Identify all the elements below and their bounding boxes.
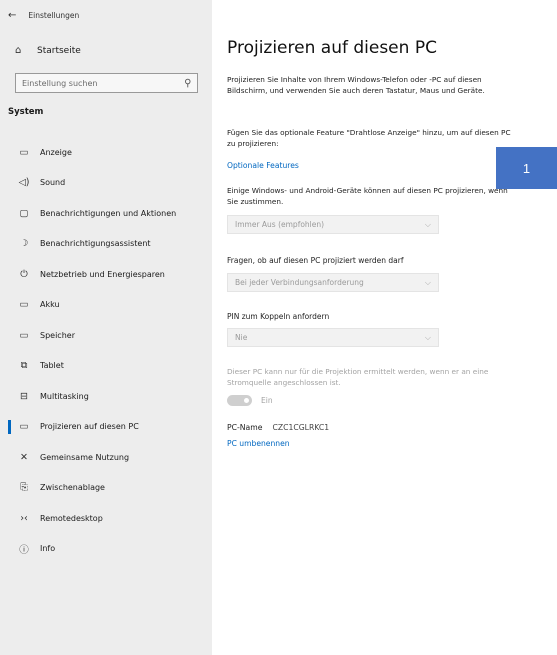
rename-pc-link[interactable]: PC umbenennen xyxy=(227,439,290,448)
sidebar-item-label: Info xyxy=(40,544,56,554)
projection-power-toggle-row: Ein xyxy=(227,395,273,406)
pin-value: Nie xyxy=(235,333,248,342)
pc-name-row: PC-Name CZC1CGLRKC1 xyxy=(227,423,329,432)
back-arrow-icon[interactable]: ← xyxy=(8,10,16,21)
availability-text: Einige Windows- und Android-Geräte könne… xyxy=(227,186,508,206)
sidebar-item-label: Zwischenablage xyxy=(40,483,105,493)
sidebar-item-focus-assist[interactable]: ☽ Benachrichtigungsassistent xyxy=(0,229,212,260)
availability-value: Immer Aus (empfohlen) xyxy=(235,220,325,229)
speaker-icon: ◁) xyxy=(18,177,30,189)
sidebar-item-anzeige[interactable]: ▭ Anzeige xyxy=(0,137,212,168)
home-link[interactable]: ⌂ Startseite xyxy=(15,45,81,56)
section-title: System xyxy=(8,107,44,117)
sidebar-item-info[interactable]: ⓘ Info xyxy=(0,534,212,565)
sidebar-item-label: Multitasking xyxy=(40,391,89,401)
power-note: Dieser PC kann nur für die Projektion er… xyxy=(227,367,489,387)
sidebar-item-sound[interactable]: ◁) Sound xyxy=(0,168,212,199)
chevron-down-icon: ⌵ xyxy=(424,332,431,342)
remote-desktop-icon: ›‹ xyxy=(20,512,28,524)
sidebar-item-remote-desktop[interactable]: ›‹ Remotedesktop xyxy=(0,503,212,534)
sidebar-item-label: Remotedesktop xyxy=(40,513,103,523)
sidebar-item-label: Anzeige xyxy=(40,147,72,157)
monitor-icon: ▭ xyxy=(19,146,29,158)
sidebar-item-label: Gemeinsame Nutzung xyxy=(40,452,130,462)
sidebar-item-label: Benachrichtigungen und Aktionen xyxy=(40,208,177,218)
clipboard-icon: ⎘ xyxy=(20,482,28,494)
pc-name-value: CZC1CGLRKC1 xyxy=(272,423,330,432)
sidebar-item-label: Projizieren auf diesen PC xyxy=(40,422,139,432)
page-title: Projizieren auf diesen PC xyxy=(227,38,437,58)
chevron-down-icon: ⌵ xyxy=(424,277,431,287)
sidebar-item-power[interactable]: ⏻ Netzbetrieb und Energiesparen xyxy=(0,259,212,290)
sidebar-item-project-to-pc[interactable]: ▭ Projizieren auf diesen PC xyxy=(0,412,212,443)
intro-text: Projizieren Sie Inhalte von Ihrem Window… xyxy=(227,75,485,95)
feature-text: Fügen Sie das optionale Feature "Drahtlo… xyxy=(227,128,511,148)
toggle-knob xyxy=(244,398,249,403)
pc-name-label: PC-Name xyxy=(227,423,263,432)
battery-icon: ▭ xyxy=(19,299,29,311)
project-icon: ▭ xyxy=(19,421,29,433)
tablet-icon: ⧉ xyxy=(20,360,28,372)
chevron-down-icon: ⌵ xyxy=(424,219,431,229)
sidebar-item-label: Speicher xyxy=(40,330,75,340)
moon-icon: ☽ xyxy=(19,238,29,250)
sidebar-item-storage[interactable]: ▭ Speicher xyxy=(0,320,212,351)
search-input[interactable]: Einstellung suchen xyxy=(22,79,184,88)
optional-features-link[interactable]: Optionale Features xyxy=(227,161,299,170)
window-title: Einstellungen xyxy=(28,11,80,20)
sidebar-item-multitasking[interactable]: ⊟ Multitasking xyxy=(0,381,212,412)
ask-dropdown[interactable]: Bei jeder Verbindungsanforderung ⌵ xyxy=(227,273,439,292)
sidebar-item-notifications[interactable]: ▢ Benachrichtigungen und Aktionen xyxy=(0,198,212,229)
multitasking-icon: ⊟ xyxy=(20,390,28,402)
ask-label: Fragen, ob auf diesen PC projiziert werd… xyxy=(227,256,404,265)
sidebar-item-label: Akku xyxy=(40,300,60,310)
storage-icon: ▭ xyxy=(19,329,29,341)
search-icon[interactable]: ⚲ xyxy=(184,78,191,89)
sidebar-item-clipboard[interactable]: ⎘ Zwischenablage xyxy=(0,473,212,504)
sidebar-item-label: Netzbetrieb und Energiesparen xyxy=(40,269,165,279)
sidebar-item-tablet[interactable]: ⧉ Tablet xyxy=(0,351,212,382)
title-bar: ← Einstellungen xyxy=(8,10,79,21)
home-label: Startseite xyxy=(37,45,81,56)
sidebar-nav: ▭ Anzeige ◁) Sound ▢ Benachrichtigungen … xyxy=(0,137,212,564)
home-icon: ⌂ xyxy=(15,45,22,56)
sidebar-item-label: Benachrichtigungsassistent xyxy=(40,239,151,249)
notification-icon: ▢ xyxy=(19,207,29,219)
sidebar-item-shared-experiences[interactable]: ✕ Gemeinsame Nutzung xyxy=(0,442,212,473)
info-icon: ⓘ xyxy=(19,544,29,556)
sidebar: ← Einstellungen ⌂ Startseite Einstellung… xyxy=(0,0,212,655)
sidebar-item-label: Tablet xyxy=(40,361,64,371)
pin-label: PIN zum Koppeln anfordern xyxy=(227,312,330,321)
settings-search-box[interactable]: Einstellung suchen ⚲ xyxy=(15,73,198,93)
ask-value: Bei jeder Verbindungsanforderung xyxy=(235,278,364,287)
availability-dropdown[interactable]: Immer Aus (empfohlen) ⌵ xyxy=(227,215,439,234)
toggle-label: Ein xyxy=(261,396,273,405)
annotation-badge: 1 xyxy=(496,147,557,189)
power-icon: ⏻ xyxy=(20,268,28,280)
sidebar-item-label: Sound xyxy=(40,178,66,188)
projection-power-toggle[interactable] xyxy=(227,395,252,406)
sidebar-item-battery[interactable]: ▭ Akku xyxy=(0,290,212,321)
pin-dropdown[interactable]: Nie ⌵ xyxy=(227,328,439,347)
share-icon: ✕ xyxy=(20,451,28,463)
